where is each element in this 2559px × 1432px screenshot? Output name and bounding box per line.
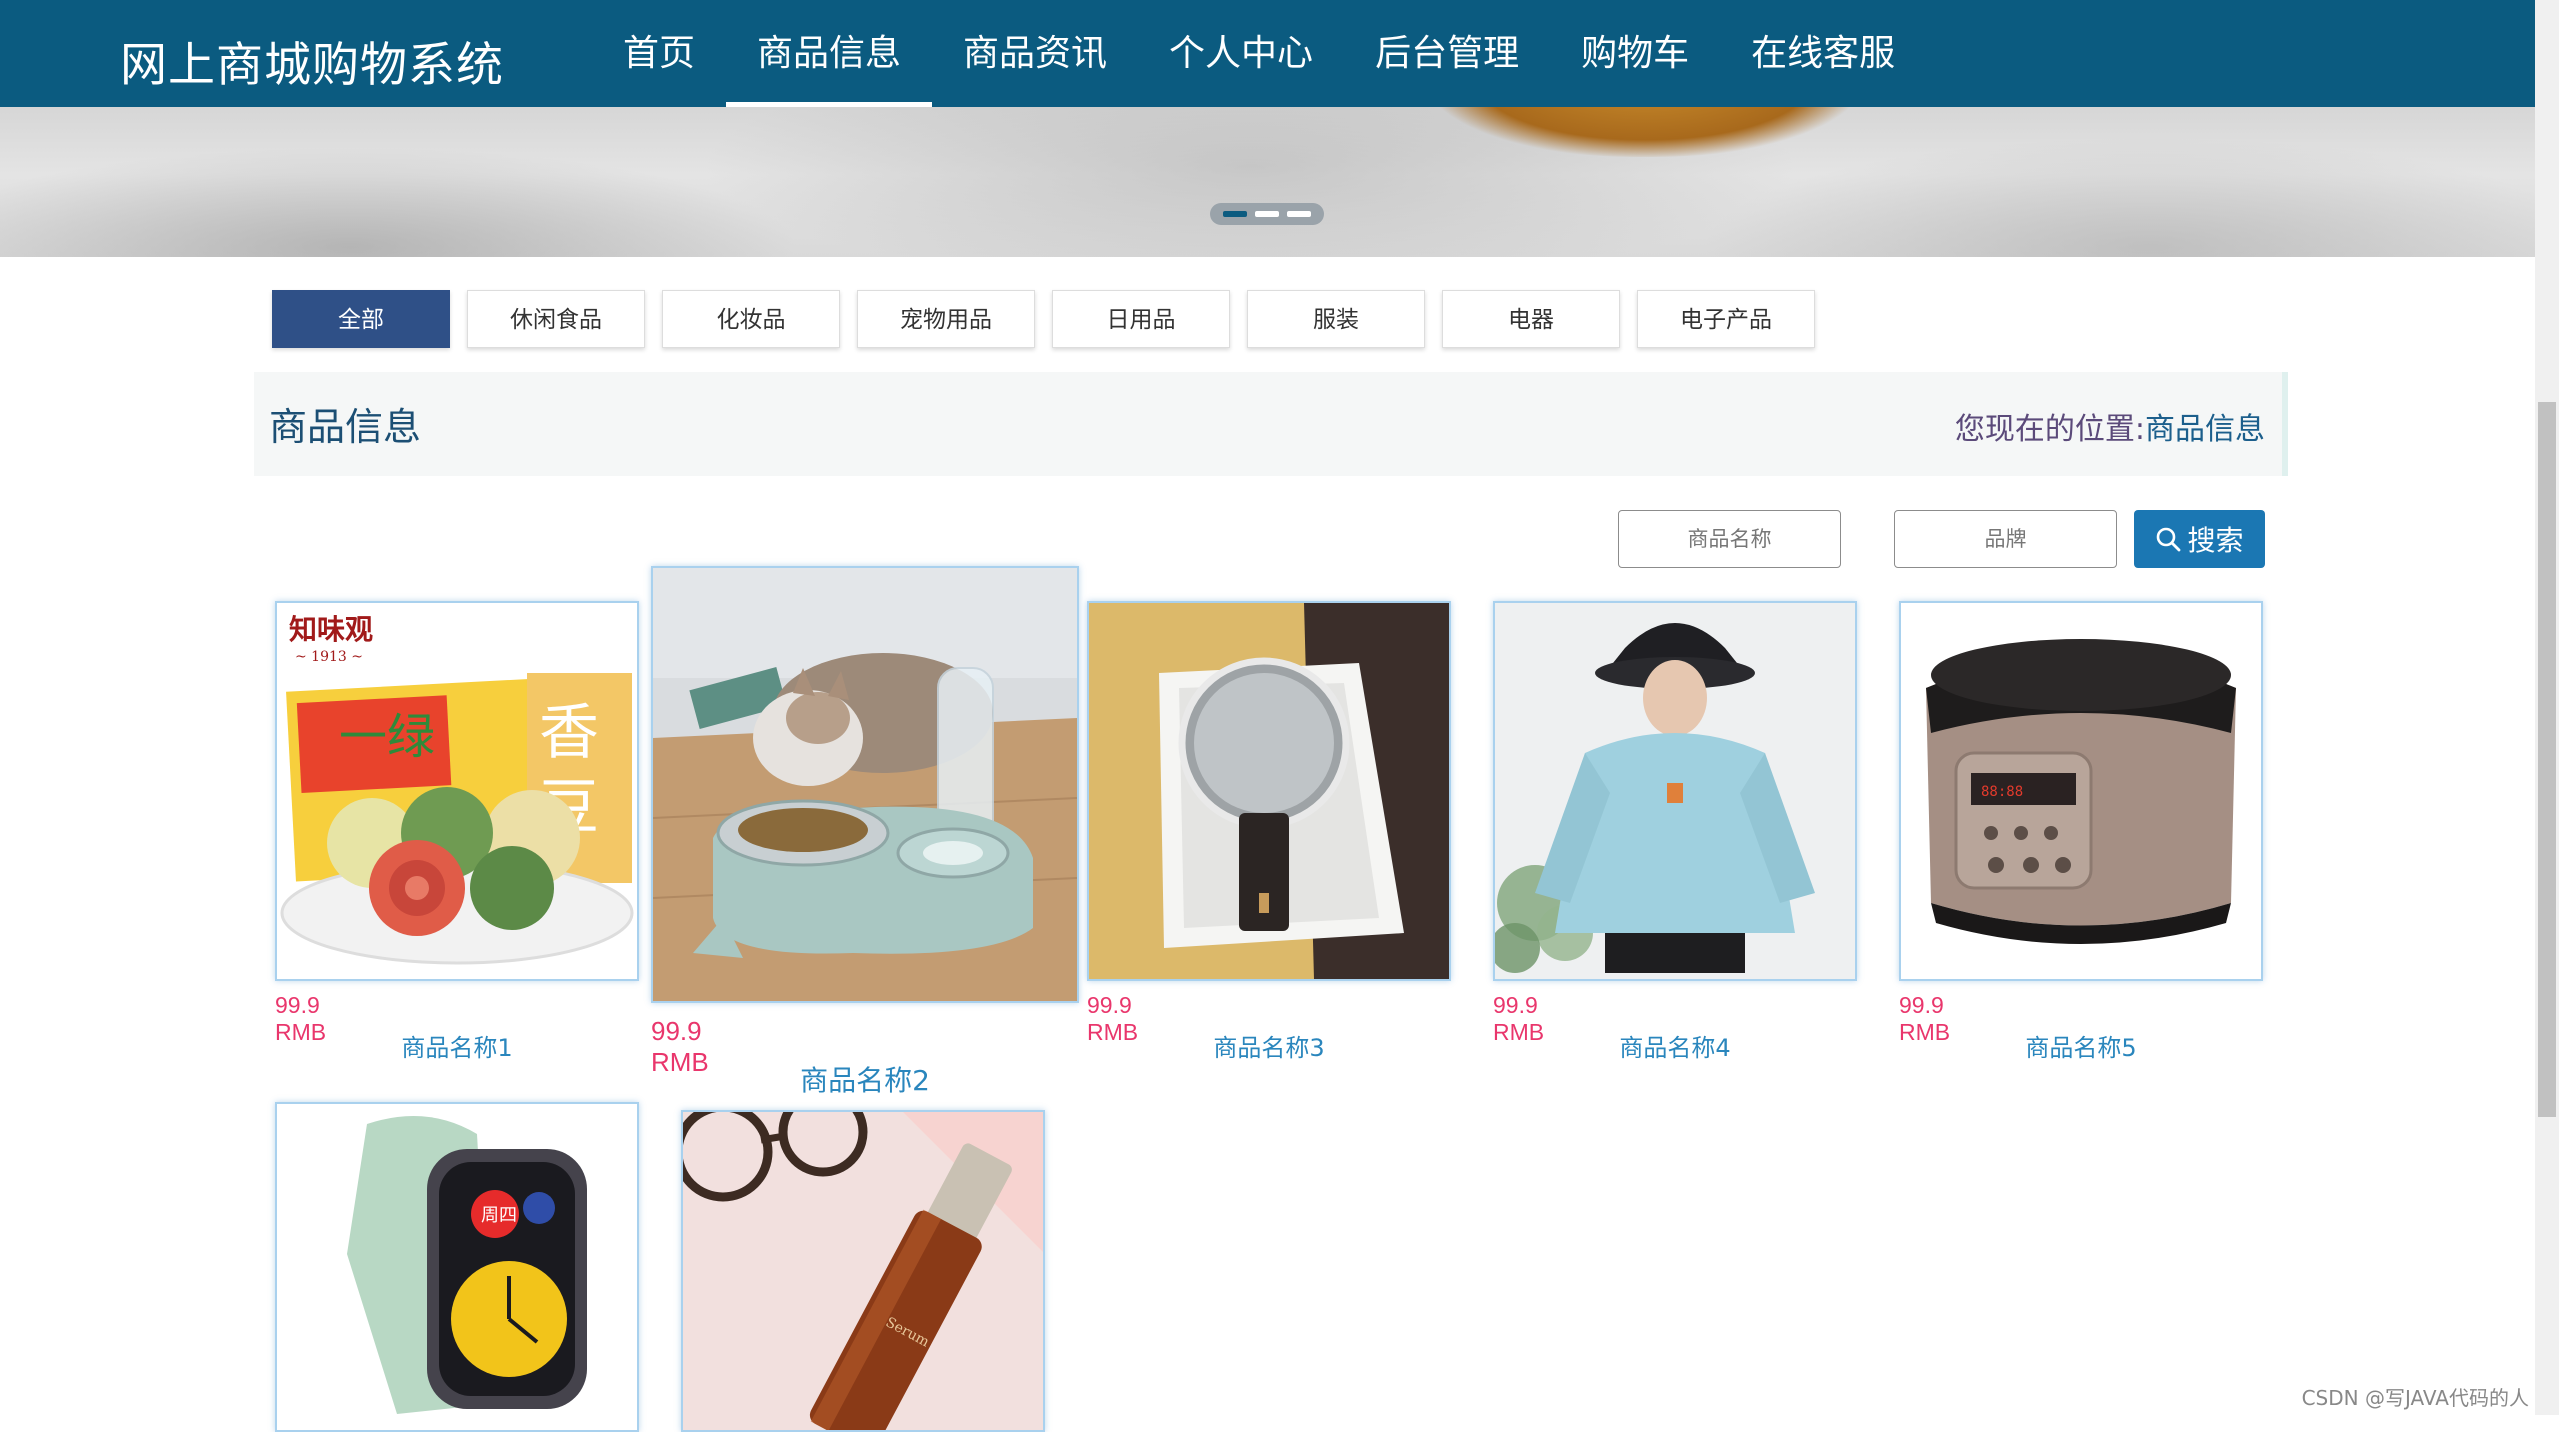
nav-profile[interactable]: 个人中心 <box>1138 0 1344 107</box>
category-electronics[interactable]: 电子产品 <box>1637 290 1815 348</box>
nav-home[interactable]: 首页 <box>592 0 726 107</box>
category-pet-supplies[interactable]: 宠物用品 <box>857 290 1035 348</box>
product-name-3[interactable]: 商品名称3 <box>1087 1028 1451 1063</box>
search-button-label: 搜索 <box>2187 524 2244 557</box>
svg-text:香: 香 <box>539 698 599 768</box>
product-name-5[interactable]: 商品名称5 <box>1899 1028 2263 1063</box>
nav-news[interactable]: 商品资讯 <box>932 0 1138 107</box>
carousel-dot-1[interactable] <box>1223 211 1247 217</box>
carousel-indicators <box>1210 203 1324 225</box>
breadcrumb-current[interactable]: 商品信息 <box>2145 412 2265 447</box>
nav-admin[interactable]: 后台管理 <box>1344 0 1550 107</box>
category-tabs: 全部 休闲食品 化妆品 宠物用品 日用品 服装 电器 电子产品 <box>272 290 1815 348</box>
nav-support[interactable]: 在线客服 <box>1720 0 1926 107</box>
brand-input[interactable] <box>1894 510 2117 568</box>
rice-cooker-image: 88:88 <box>1901 603 2261 979</box>
carousel-dot-2[interactable] <box>1255 211 1279 217</box>
site-brand[interactable]: 网上商城购物系统 <box>120 26 504 95</box>
hoodie-model-image <box>1495 603 1855 979</box>
svg-text:一绿: 一绿 <box>339 709 435 765</box>
category-cosmetics[interactable]: 化妆品 <box>662 290 840 348</box>
category-appliances[interactable]: 电器 <box>1442 290 1620 348</box>
breadcrumb-label: 您现在的位置: <box>1954 412 2145 447</box>
watermark: CSDN @写JAVA代码的人 <box>2301 1386 2529 1410</box>
svg-text:知味观: 知味观 <box>289 613 373 646</box>
banner-carousel[interactable] <box>0 107 2535 257</box>
svg-text:~ 1913 ~: ~ 1913 ~ <box>295 649 363 665</box>
page-title: 商品信息 <box>269 405 422 449</box>
category-daily-goods[interactable]: 日用品 <box>1052 290 1230 348</box>
product-name-4[interactable]: 商品名称4 <box>1493 1028 1857 1063</box>
mooncake-box-image: 知味观 ~ 1913 ~ 一绿 香 豆 <box>277 603 637 979</box>
product-name-1[interactable]: 商品名称1 <box>275 1028 639 1063</box>
svg-text:周四: 周四 <box>481 1205 517 1226</box>
search-button[interactable]: 搜索 <box>2134 510 2265 568</box>
nav-cart[interactable]: 购物车 <box>1550 0 1720 107</box>
banner-mist <box>0 147 800 257</box>
main-nav: 首页 商品信息 商品资讯 个人中心 后台管理 购物车 在线客服 <box>592 0 1926 107</box>
product-image-4[interactable] <box>1493 601 1857 981</box>
category-snacks[interactable]: 休闲食品 <box>467 290 645 348</box>
section-header: 商品信息 您现在的位置:商品信息 <box>254 372 2288 476</box>
product-image-1[interactable]: 知味观 ~ 1913 ~ 一绿 香 豆 <box>275 601 639 981</box>
top-navbar: 网上商城购物系统 首页 商品信息 商品资讯 个人中心 后台管理 购物车 在线客服 <box>0 0 2535 107</box>
product-image-3[interactable] <box>1087 601 1451 981</box>
svg-text:88:88: 88:88 <box>1981 784 2023 800</box>
product-name-2[interactable]: 商品名称2 <box>651 1059 1079 1099</box>
search-icon <box>2157 527 2181 552</box>
scrollbar-thumb[interactable] <box>2538 402 2556 1117</box>
product-image-5[interactable]: 88:88 <box>1899 601 2263 981</box>
carousel-dot-3[interactable] <box>1287 211 1311 217</box>
product-image-2[interactable] <box>651 566 1079 1003</box>
product-image-6[interactable]: 周四 <box>275 1102 639 1432</box>
smart-watch-image: 周四 <box>277 1104 637 1430</box>
banner-mist <box>1700 137 2535 257</box>
cat-feeder-image <box>653 568 1077 1001</box>
category-all[interactable]: 全部 <box>272 290 450 348</box>
makeup-mirror-image <box>1089 603 1449 979</box>
product-image-7[interactable]: Serum <box>681 1110 1045 1432</box>
breadcrumb: 您现在的位置:商品信息 <box>1955 404 2265 448</box>
product-name-input[interactable] <box>1618 510 1841 568</box>
serum-bottle-image: Serum <box>683 1112 1043 1430</box>
nav-products[interactable]: 商品信息 <box>726 0 933 107</box>
category-clothing[interactable]: 服装 <box>1247 290 1425 348</box>
